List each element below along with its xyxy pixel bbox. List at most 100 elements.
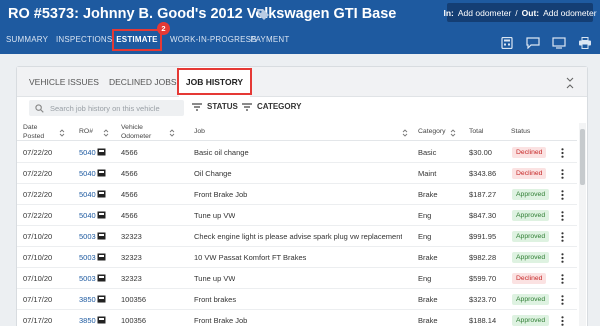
cell-date: 07/17/20	[23, 316, 53, 325]
car-icon[interactable]	[97, 274, 106, 282]
cell-category: Eng	[418, 274, 432, 283]
tab-summary[interactable]: SUMMARY	[6, 28, 48, 54]
odometer-out-value[interactable]: Add odometer	[543, 8, 596, 18]
odometer-in-value[interactable]: Add odometer	[458, 8, 511, 18]
table-row[interactable]: 07/10/20 5003 32323 Tune up VW Eng $599.70 Dec…	[17, 268, 577, 289]
kebab-menu-icon[interactable]	[561, 190, 564, 200]
cell-ro-link[interactable]: 5003	[79, 226, 96, 247]
cell-date: 07/10/20	[23, 274, 53, 283]
kebab-menu-icon[interactable]	[561, 169, 564, 179]
subtab-declined-jobs[interactable]: DECLINED JOBS	[103, 67, 183, 97]
monitor-icon[interactable]	[552, 36, 566, 49]
scrollbar[interactable]	[579, 123, 586, 326]
cell-job: Tune up VW	[194, 274, 236, 283]
car-icon[interactable]	[97, 190, 106, 198]
cell-category: Brake	[418, 190, 438, 199]
table-row[interactable]: 07/17/20 3850 100356 Front brakes Brake $323.…	[17, 289, 577, 310]
table-row[interactable]: 07/22/20 5040 4566 Oil Change Maint $343.86 De…	[17, 163, 577, 184]
table-row[interactable]: 07/22/20 5040 4566 Basic oil change Basic $30…	[17, 142, 577, 163]
sort-icon[interactable]	[450, 129, 456, 137]
kebab-menu-icon[interactable]	[561, 232, 564, 242]
car-icon[interactable]	[97, 169, 106, 177]
car-icon[interactable]	[97, 295, 106, 303]
job-history-highlight	[177, 68, 252, 95]
cell-ro-link[interactable]: 5003	[79, 268, 96, 289]
odometer-in-label: In:	[443, 7, 454, 18]
chat-icon[interactable]	[526, 36, 540, 50]
odometer-separator: /	[515, 7, 518, 18]
cell-odometer: 4566	[121, 211, 138, 220]
cell-category: Brake	[418, 316, 438, 325]
cell-ro-link[interactable]: 5003	[79, 247, 96, 268]
table-row[interactable]: 07/22/20 5040 4566 Tune up VW Eng $847.30 Appr…	[17, 205, 577, 226]
cell-job: Front Brake Job	[194, 316, 248, 325]
kebab-menu-icon[interactable]	[561, 148, 564, 158]
category-filter[interactable]: CATEGORY	[242, 102, 301, 111]
cell-total: $323.70	[469, 295, 497, 304]
search-input[interactable]	[50, 103, 180, 113]
car-icon[interactable]	[97, 316, 106, 324]
sort-icon[interactable]	[59, 129, 65, 137]
sort-icon[interactable]	[103, 129, 109, 137]
tab-inspections[interactable]: INSPECTIONS	[56, 28, 112, 54]
cell-date: 07/22/20	[23, 148, 53, 157]
cell-ro-link[interactable]: 5040	[79, 205, 96, 226]
table-row[interactable]: 07/10/20 5003 32323 10 VW Passat Komfort FT…	[17, 247, 577, 268]
cell-odometer: 32323	[121, 274, 142, 283]
kebab-menu-icon[interactable]	[561, 316, 564, 326]
cell-date: 07/17/20	[23, 295, 53, 304]
cell-ro-link[interactable]: 3850	[79, 310, 96, 326]
cell-total: $991.95	[469, 232, 497, 241]
col-total[interactable]: Total	[469, 128, 483, 137]
car-icon[interactable]	[97, 148, 106, 156]
status-badge: Declined	[512, 147, 547, 158]
header-actions	[500, 36, 592, 50]
col-date[interactable]: Date Posted	[23, 124, 57, 141]
cell-odometer: 4566	[121, 148, 138, 157]
cell-ro-link[interactable]: 5040	[79, 184, 96, 205]
kebab-menu-icon[interactable]	[561, 253, 564, 263]
table-row[interactable]: 07/10/20 5003 32323 Check engine light is p…	[17, 226, 577, 247]
cell-category: Basic	[418, 148, 437, 157]
cell-job: Tune up VW	[194, 211, 236, 220]
status-badge: Approved	[512, 231, 550, 242]
cell-ro-link[interactable]: 5040	[79, 163, 96, 184]
print-icon[interactable]	[578, 36, 592, 49]
search-box[interactable]	[29, 100, 184, 116]
car-icon[interactable]	[97, 232, 106, 240]
calculator-icon[interactable]	[500, 36, 514, 50]
cell-total: $847.30	[469, 211, 497, 220]
cell-ro-link[interactable]: 3850	[79, 289, 96, 310]
col-category[interactable]: Category	[418, 128, 446, 137]
tab-payment[interactable]: PAYMENT	[250, 28, 290, 54]
table-row[interactable]: 07/17/20 3850 100356 Front Brake Job Brake $1…	[17, 310, 577, 326]
scrollbar-thumb[interactable]	[580, 129, 585, 185]
cell-ro-link[interactable]: 5040	[79, 142, 96, 163]
sort-icon[interactable]	[402, 129, 408, 137]
subtab-vehicle-issues[interactable]: VEHICLE ISSUES	[17, 67, 111, 97]
cell-job: Oil Change	[194, 169, 232, 178]
category-filter-label: CATEGORY	[257, 102, 302, 111]
filter-icon	[192, 102, 202, 111]
search-icon	[35, 103, 44, 113]
odometer-box[interactable]: In: Add odometer / Out: Add odometer	[443, 3, 597, 22]
col-ro[interactable]: RO#	[79, 128, 93, 137]
tab-work-in-progress[interactable]: WORK-IN-PROGRESS	[170, 28, 257, 54]
odometer-out-label: Out:	[521, 7, 540, 18]
kebab-menu-icon[interactable]	[561, 274, 564, 284]
tag-icon[interactable]	[256, 7, 270, 21]
car-icon[interactable]	[97, 253, 106, 261]
page-title: RO #5373: Johnny B. Good's 2012 Volkswag…	[8, 6, 397, 22]
collapse-icon[interactable]	[565, 77, 575, 89]
kebab-menu-icon[interactable]	[561, 211, 564, 221]
car-icon[interactable]	[97, 211, 106, 219]
col-odometer[interactable]: Vehicle Odometer	[121, 124, 161, 141]
sort-icon[interactable]	[169, 129, 175, 137]
status-filter[interactable]: STATUS	[192, 102, 238, 111]
col-status[interactable]: Status	[511, 128, 530, 137]
cell-odometer: 100356	[121, 316, 147, 325]
table-row[interactable]: 07/22/20 5040 4566 Front Brake Job Brake $187…	[17, 184, 577, 205]
kebab-menu-icon[interactable]	[561, 295, 564, 305]
col-job[interactable]: Job	[194, 128, 205, 137]
status-badge: Approved	[512, 315, 550, 326]
